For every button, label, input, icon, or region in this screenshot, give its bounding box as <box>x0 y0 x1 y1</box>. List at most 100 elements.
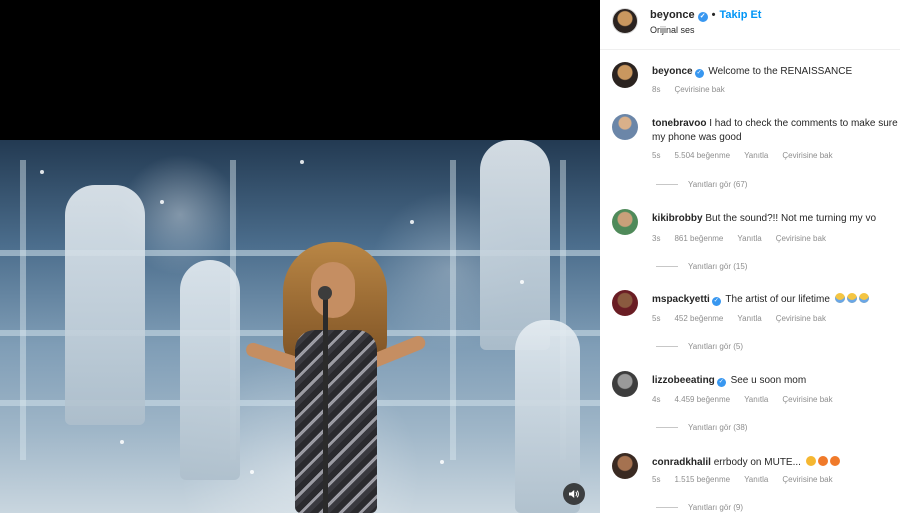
instagram-post-view: beyonce ✓ • Takip Et Orijinal ses beyonce ✓ … <box>0 0 900 513</box>
sparkle <box>520 280 524 284</box>
avatar[interactable] <box>612 290 638 316</box>
comment-body: errbody on MUTE... <box>713 457 801 468</box>
view-replies-label: Yanıtları gör (5) <box>688 342 743 351</box>
reply-button[interactable]: Yanıtla <box>744 395 768 404</box>
reply-button[interactable]: Yanıtla <box>737 314 761 323</box>
sparkle <box>440 460 444 464</box>
avatar[interactable] <box>612 8 638 34</box>
comment-time[interactable]: 5s <box>652 314 660 323</box>
separator-dot: • <box>711 9 716 21</box>
translate-link[interactable]: Çevirisine bak <box>782 151 832 160</box>
fire-emoji <box>829 456 840 466</box>
performer-figure <box>244 240 428 513</box>
translate-link[interactable]: Çevirisine bak <box>776 234 826 243</box>
face-emoji <box>805 456 816 466</box>
reply-button[interactable]: Yanıtla <box>744 475 768 484</box>
audio-toggle-button[interactable] <box>563 483 585 505</box>
post-author-username[interactable]: beyonce <box>650 9 695 21</box>
avatar[interactable] <box>612 453 638 479</box>
like-count[interactable]: 1.515 beğenme <box>674 475 730 484</box>
stage-pillar <box>450 160 456 460</box>
view-replies-link[interactable]: Yanıtları gör (9) <box>656 503 743 512</box>
crying-face-emoji <box>846 293 857 303</box>
comment-text: lizzobeeating ✓ See u soon mom <box>652 374 900 388</box>
performer-outfit <box>295 330 377 513</box>
comment-username[interactable]: mspackyetti <box>652 294 710 305</box>
dancer-figure <box>65 185 145 425</box>
comment-meta: 5s 452 beğenme Yanıtla Çevirisine bak <box>652 314 840 323</box>
comment-body: See u soon mom <box>730 375 807 386</box>
sparkle <box>160 200 164 204</box>
comment-meta: 8s Çevirisine bak <box>652 85 739 94</box>
comment-time[interactable]: 3s <box>652 234 660 243</box>
replies-divider <box>656 184 678 186</box>
reply-button[interactable]: Yanıtla <box>744 151 768 160</box>
comment-meta: 3s 861 beğenme Yanıtla Çevirisine bak <box>652 234 840 243</box>
like-count[interactable]: 5.504 beğenme <box>674 151 730 160</box>
comments-panel: beyonce ✓ • Takip Et Orijinal ses beyonce ✓ … <box>600 0 900 513</box>
sparkle <box>300 160 304 164</box>
comment-username[interactable]: conradkhalil <box>652 457 711 468</box>
comment-text: beyonce ✓ Welcome to the RENAISSANCE <box>652 65 900 79</box>
view-replies-link[interactable]: Yanıtları gör (38) <box>656 423 747 432</box>
crying-face-emoji <box>858 293 869 303</box>
comment-text: conradkhalil errbody on MUTE... <box>652 456 900 470</box>
view-replies-link[interactable]: Yanıtları gör (5) <box>656 342 743 351</box>
stage-pillar <box>20 160 26 460</box>
like-count[interactable]: 861 beğenme <box>674 234 723 243</box>
verified-badge-icon: ✓ <box>694 69 704 78</box>
sparkle <box>40 170 44 174</box>
view-replies-link[interactable]: Yanıtları gör (67) <box>656 180 747 189</box>
comment-username[interactable]: tonebravoo <box>652 118 706 129</box>
comment-text: kikibrobby But the sound?!! Not me turni… <box>652 212 900 226</box>
comment-meta: 5s 1.515 beğenme Yanıtla Çevirisine bak <box>652 475 847 484</box>
translate-link[interactable]: Çevirisine bak <box>782 395 832 404</box>
dancer-figure <box>180 260 240 480</box>
comment-text: mspackyetti ✓ The artist of our lifetime <box>652 293 900 307</box>
reply-button[interactable]: Yanıtla <box>737 234 761 243</box>
guitarist-figure <box>480 140 550 350</box>
comment-text: tonebravoo I had to check the comments t… <box>652 117 900 145</box>
comment-username[interactable]: lizzobeeating <box>652 375 715 386</box>
view-replies-label: Yanıtları gör (38) <box>688 423 748 432</box>
replies-divider <box>656 266 678 268</box>
replies-divider <box>656 507 678 509</box>
post-author-line: beyonce ✓ • Takip Et <box>650 9 761 22</box>
view-replies-label: Yanıtları gör (15) <box>688 262 748 271</box>
translate-link[interactable]: Çevirisine bak <box>674 85 724 94</box>
comment-username[interactable]: kikibrobby <box>652 213 703 224</box>
like-count[interactable]: 4.459 beğenme <box>674 395 730 404</box>
like-count[interactable]: 452 beğenme <box>674 314 723 323</box>
avatar[interactable] <box>612 371 638 397</box>
verified-badge-icon: ✓ <box>716 378 726 387</box>
avatar[interactable] <box>612 62 638 88</box>
comment-time[interactable]: 8s <box>652 85 660 94</box>
comment-time[interactable]: 4s <box>652 395 660 404</box>
audio-label[interactable]: Orijinal ses <box>650 25 695 35</box>
view-replies-link[interactable]: Yanıtları gör (15) <box>656 262 747 271</box>
replies-divider <box>656 427 678 429</box>
speaker-icon <box>569 490 579 498</box>
fire-emoji <box>817 456 828 466</box>
post-media[interactable] <box>0 0 600 513</box>
comment-time[interactable]: 5s <box>652 475 660 484</box>
comment-time[interactable]: 5s <box>652 151 660 160</box>
comment-body: The artist of our lifetime <box>725 294 830 305</box>
avatar[interactable] <box>612 209 638 235</box>
microphone-stand <box>323 292 328 513</box>
comment-username[interactable]: beyonce <box>652 66 693 77</box>
follow-button[interactable]: Takip Et <box>720 9 762 21</box>
microphone <box>318 286 332 300</box>
sparkle <box>410 220 414 224</box>
sparkle <box>120 440 124 444</box>
comment-meta: 4s 4.459 beğenme Yanıtla Çevirisine bak <box>652 395 847 404</box>
comment-body: But the sound?!! Not me turning my vo <box>705 213 877 224</box>
translate-link[interactable]: Çevirisine bak <box>782 475 832 484</box>
verified-badge-icon: ✓ <box>697 12 708 22</box>
crying-face-emoji <box>834 293 845 303</box>
replies-divider <box>656 346 678 348</box>
avatar[interactable] <box>612 114 638 140</box>
verified-badge-icon: ✓ <box>711 297 721 306</box>
view-replies-label: Yanıtları gör (9) <box>688 503 743 512</box>
translate-link[interactable]: Çevirisine bak <box>776 314 826 323</box>
